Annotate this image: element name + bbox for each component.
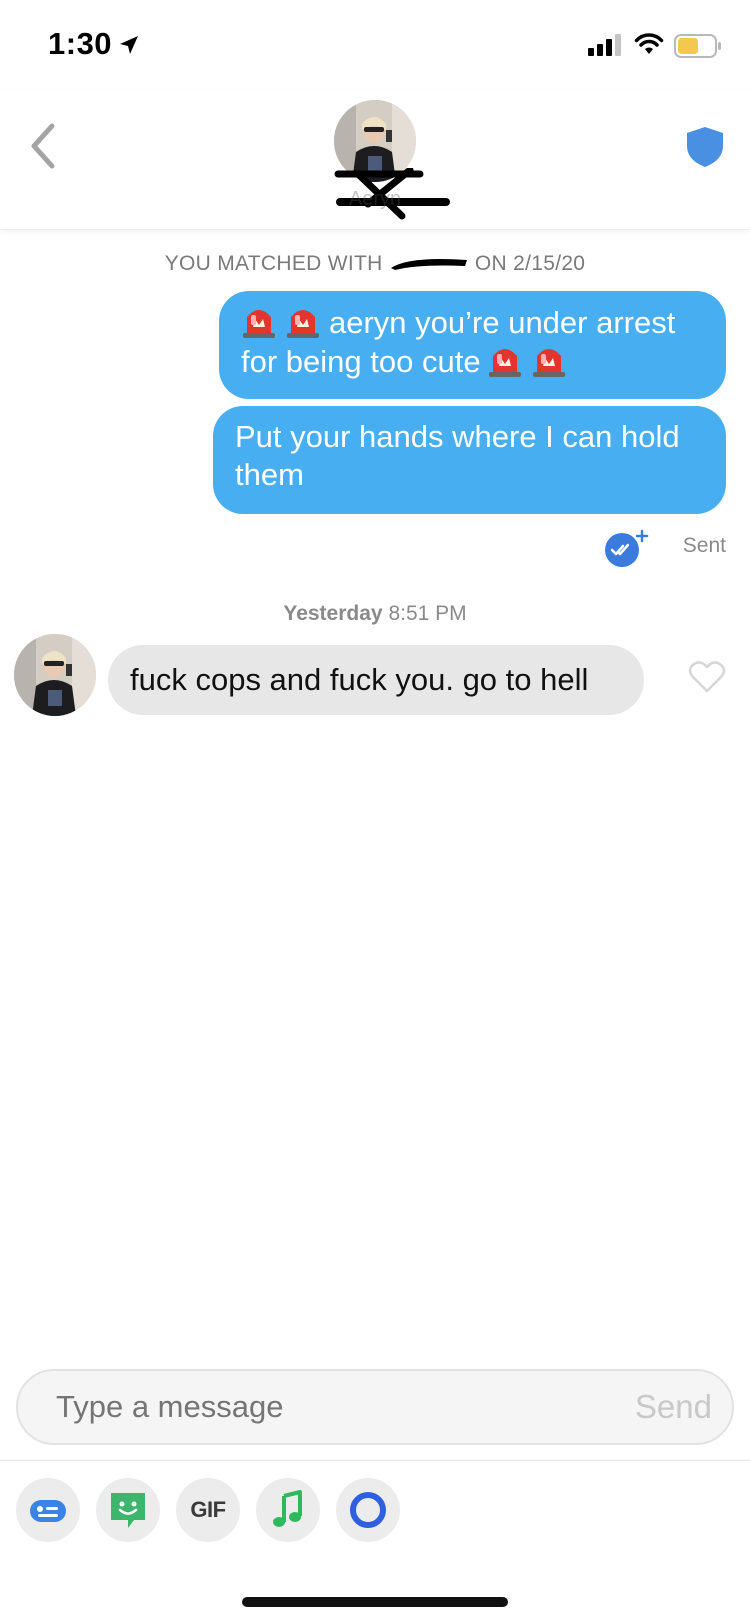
message-status: Sent (586, 524, 726, 567)
match-banner-prefix: YOU MATCHED WITH (164, 252, 383, 275)
profile-name[interactable]: Aeryn (325, 188, 425, 211)
chat-screen: 1:30 Aeryn YOU MATCHED WITH ON 2/15/20 a… (0, 0, 750, 1624)
message-composer: Send (16, 1369, 734, 1445)
sticker-icon (111, 1493, 145, 1528)
wifi-icon (634, 33, 664, 54)
match-banner: YOU MATCHED WITH ON 2/15/20 (0, 252, 750, 276)
composer-divider (0, 1460, 750, 1461)
match-banner-suffix: ON 2/15/20 (474, 252, 586, 275)
battery-icon (674, 34, 721, 58)
police-siren-emoji (532, 349, 565, 377)
incoming-message-text: fuck cops and fuck you. go to hell (130, 662, 589, 697)
status-bar: 1:30 (0, 0, 750, 90)
timestamp-day: Yesterday (283, 602, 383, 625)
outgoing-message-text: Put your hands where I can hold them (235, 419, 680, 492)
sent-status-label: Sent (682, 534, 726, 557)
outgoing-message-bubble[interactable]: Put your hands where I can hold them (213, 406, 726, 514)
police-siren-emoji (488, 349, 521, 377)
gif-icon: GIF (190, 1497, 226, 1522)
police-siren-emoji (287, 310, 319, 338)
double-check-icon (605, 529, 649, 567)
outgoing-message-bubble[interactable]: aeryn you’re under arrest for being too … (219, 291, 726, 399)
chevron-left-icon[interactable] (26, 120, 62, 172)
sticker-button[interactable] (96, 1478, 160, 1542)
loop-button[interactable] (336, 1478, 400, 1542)
heart-icon[interactable] (688, 660, 726, 694)
chat-header: Aeryn (0, 90, 750, 230)
bitmoji-card-icon (30, 1500, 66, 1522)
music-note-icon (273, 1490, 302, 1527)
message-timestamp: Yesterday 8:51 PM (0, 602, 750, 626)
send-button[interactable]: Send (635, 1371, 712, 1443)
banner-redaction-scribble (390, 259, 467, 270)
incoming-message-bubble[interactable]: fuck cops and fuck you. go to hell (108, 645, 644, 715)
timestamp-time: 8:51 PM (388, 602, 467, 625)
cellular-signal-icon (588, 34, 621, 56)
bitmoji-card-button[interactable] (16, 1478, 80, 1542)
shield-icon[interactable] (686, 126, 724, 168)
police-siren-emoji (243, 310, 275, 338)
loop-icon (350, 1492, 386, 1528)
home-indicator[interactable] (242, 1597, 508, 1607)
gif-button[interactable]: GIF (176, 1478, 240, 1542)
location-arrow-icon (120, 36, 138, 54)
status-time: 1:30 (48, 26, 113, 61)
music-button[interactable] (256, 1478, 320, 1542)
message-input[interactable] (56, 1371, 576, 1443)
sender-avatar[interactable] (14, 634, 96, 716)
